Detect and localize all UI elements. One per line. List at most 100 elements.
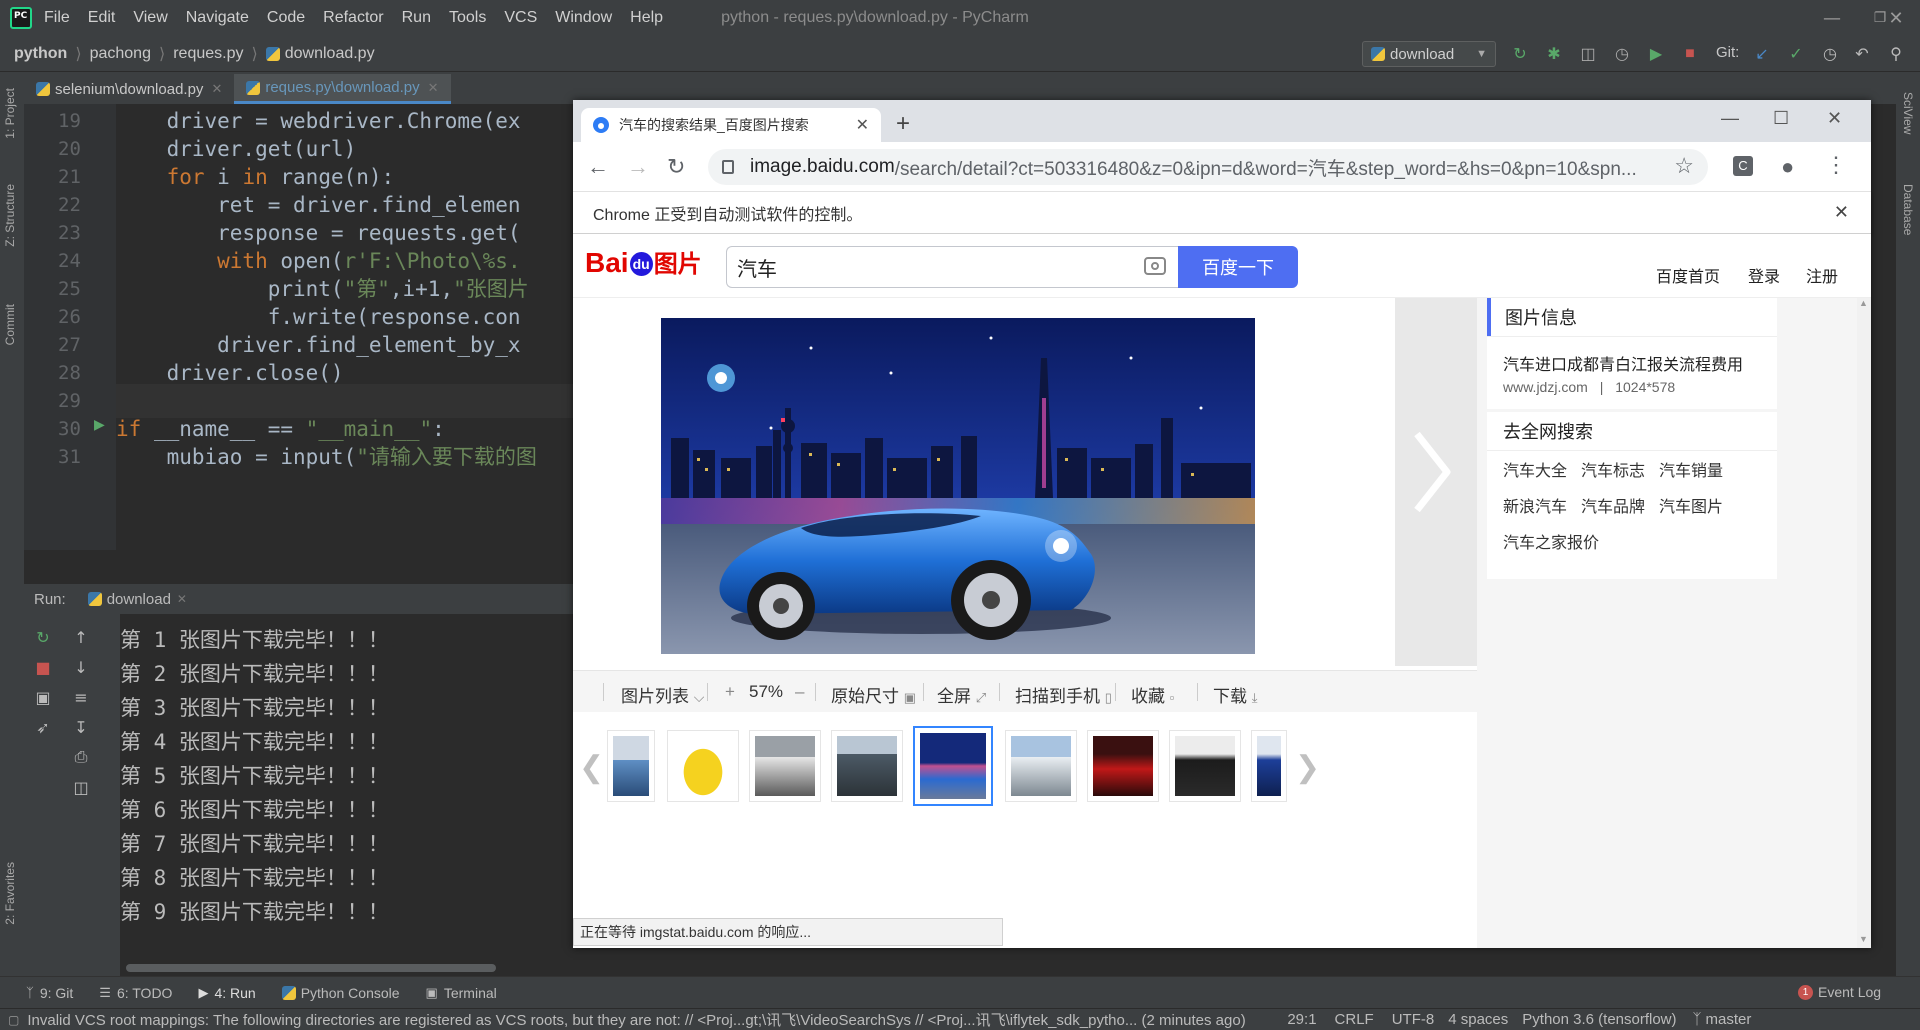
link-login[interactable]: 登录 (1748, 263, 1780, 287)
git-commit-icon[interactable]: ✓ (1786, 44, 1806, 64)
close-tab-icon[interactable]: ✕ (211, 81, 222, 97)
related-keyword[interactable]: 汽车销量 (1659, 457, 1723, 481)
reload-icon[interactable]: ↻ (667, 154, 685, 180)
pin-icon[interactable]: ➶ (32, 716, 54, 738)
page-scrollbar[interactable]: ▲ ▼ (1857, 298, 1871, 948)
breadcrumb-file[interactable]: download.py (285, 45, 375, 63)
thumbnail[interactable] (1087, 730, 1159, 802)
soft-wrap-icon[interactable]: ≡ (70, 686, 92, 708)
related-keyword[interactable]: 新浪汽车 (1503, 493, 1567, 517)
run-gutter-icon[interactable]: ▶ (94, 417, 105, 433)
run-with-options-icon[interactable]: ▶ (1646, 44, 1666, 64)
menu-tools[interactable]: Tools (449, 9, 486, 27)
related-keyword[interactable]: 汽车标志 (1581, 457, 1645, 481)
down-arrow-icon[interactable]: ↓ (70, 656, 92, 678)
trash-icon[interactable]: ◫ (70, 776, 92, 798)
minimize-icon[interactable]: — (1721, 108, 1739, 129)
run-console[interactable]: 第 1 张图片下载完毕！！！ 第 2 张图片下载完毕！！！ 第 3 张图片下载完… (120, 614, 576, 976)
fullscreen-button[interactable]: 全屏 ⤢ (937, 682, 986, 707)
code-editor[interactable]: driver = webdriver.Chrome(ex driver.get(… (116, 104, 576, 550)
tool-window-database[interactable]: Database (1901, 184, 1915, 235)
up-arrow-icon[interactable]: ↑ (70, 626, 92, 648)
search-button[interactable]: 百度一下 (1178, 246, 1298, 288)
tool-tab-python-console[interactable]: Python Console (281, 985, 400, 1001)
link-register[interactable]: 注册 (1806, 263, 1838, 287)
zoom-out-button[interactable]: – (795, 682, 804, 702)
image-source-title[interactable]: 汽车进口成都青白江报关流程费用 (1487, 337, 1777, 379)
new-tab-icon[interactable]: + (896, 110, 910, 138)
menu-edit[interactable]: Edit (88, 9, 116, 27)
stop-icon[interactable]: ■ (1680, 44, 1700, 64)
prev-thumbs-icon[interactable]: ❮ (579, 750, 604, 785)
search-icon[interactable]: ⚲ (1886, 44, 1906, 64)
tool-window-structure[interactable]: Z: Structure (3, 184, 17, 247)
debug-icon[interactable]: ✱ (1544, 44, 1564, 64)
tool-tab-run[interactable]: ▶ 4: Run (198, 985, 255, 1001)
forward-icon[interactable]: → (627, 154, 649, 180)
editor-tab-reques-download[interactable]: reques.py\download.py ✕ (234, 74, 451, 104)
menu-file[interactable]: File (44, 9, 70, 27)
close-icon[interactable]: ✕ (1872, 0, 1920, 36)
camera-icon[interactable] (1144, 257, 1166, 275)
status-message[interactable]: Invalid VCS root mappings: The following… (27, 1009, 1277, 1030)
rollback-icon[interactable]: ↶ (1852, 44, 1872, 64)
close-tab-icon[interactable]: ✕ (856, 115, 869, 135)
stop-icon[interactable]: ■ (32, 656, 54, 678)
profile-icon[interactable]: ◷ (1612, 44, 1632, 64)
favorite-button[interactable]: 收藏 ▫ (1131, 682, 1174, 707)
baidu-logo[interactable]: Bai du 图片 (585, 244, 702, 279)
close-icon[interactable]: ✕ (1827, 108, 1842, 129)
coverage-icon[interactable]: ◫ (1578, 44, 1598, 64)
image-list-button[interactable]: 图片列表 ⌵ (621, 682, 704, 707)
tool-window-commit[interactable]: Commit (3, 304, 17, 345)
thumbnail[interactable] (749, 730, 821, 802)
tool-window-favorites[interactable]: 2: Favorites (3, 862, 17, 925)
related-keyword[interactable]: 汽车品牌 (1581, 493, 1645, 517)
menu-help[interactable]: Help (630, 9, 663, 27)
horizontal-scrollbar[interactable] (126, 964, 496, 972)
menu-navigate[interactable]: Navigate (186, 9, 249, 27)
close-tab-icon[interactable]: ✕ (177, 592, 187, 606)
thumbnail[interactable] (667, 730, 739, 802)
next-thumbs-icon[interactable]: ❯ (1295, 750, 1320, 785)
editor-tab-selenium-download[interactable]: selenium\download.py ✕ (24, 74, 234, 104)
thumbnail[interactable] (1169, 730, 1241, 802)
profile-icon[interactable]: ● (1781, 154, 1794, 180)
history-icon[interactable]: ◷ (1820, 44, 1840, 64)
scroll-up-icon[interactable]: ▲ (1859, 298, 1868, 308)
tool-window-sciview[interactable]: SciView (1901, 92, 1915, 134)
scroll-to-end-icon[interactable]: ↧ (70, 716, 92, 738)
scan-to-phone-button[interactable]: 扫描到手机 ▯ (1015, 682, 1112, 707)
main-car-image[interactable] (661, 318, 1255, 654)
status-indent[interactable]: 4 spaces (1448, 1011, 1508, 1028)
layout-icon[interactable]: ▣ (32, 686, 54, 708)
extension-icon[interactable]: C (1733, 156, 1753, 176)
thumbnail[interactable] (831, 730, 903, 802)
rerun-icon[interactable]: ↻ (1510, 44, 1530, 64)
menu-refactor[interactable]: Refactor (323, 9, 383, 27)
breadcrumb-project[interactable]: python (14, 45, 67, 63)
menu-run[interactable]: Run (402, 9, 431, 27)
menu-vcs[interactable]: VCS (504, 9, 537, 27)
rerun-icon[interactable]: ↻ (32, 626, 54, 648)
original-size-button[interactable]: 原始尺寸 ▣ (831, 682, 916, 707)
git-update-icon[interactable]: ↙ (1752, 44, 1772, 64)
zoom-in-button[interactable]: + (725, 682, 735, 702)
status-interpreter[interactable]: Python 3.6 (tensorflow) (1522, 1011, 1676, 1028)
menu-view[interactable]: View (133, 9, 167, 27)
event-log-button[interactable]: 1 Event Log (1798, 984, 1881, 1000)
more-menu-icon[interactable]: ⋮ (1825, 152, 1847, 178)
back-icon[interactable]: ← (587, 154, 609, 180)
download-button[interactable]: 下载 ⤓ (1213, 682, 1257, 707)
menu-window[interactable]: Window (555, 9, 612, 27)
run-tab-download[interactable]: download (107, 591, 171, 608)
thumbnail[interactable] (607, 730, 655, 802)
tool-tab-git[interactable]: ᛉ 9: Git (26, 985, 73, 1001)
scroll-down-icon[interactable]: ▼ (1859, 934, 1868, 944)
tool-window-project[interactable]: 1: Project (3, 88, 17, 139)
search-input[interactable]: 汽车 (726, 246, 1178, 288)
browser-tab[interactable]: 汽车的搜索结果_百度图片搜索 ✕ (581, 108, 881, 142)
status-line-separator[interactable]: CRLF (1335, 1011, 1374, 1028)
breadcrumb-subfolder[interactable]: reques.py (173, 45, 243, 63)
breadcrumb-folder[interactable]: pachong (90, 45, 151, 63)
